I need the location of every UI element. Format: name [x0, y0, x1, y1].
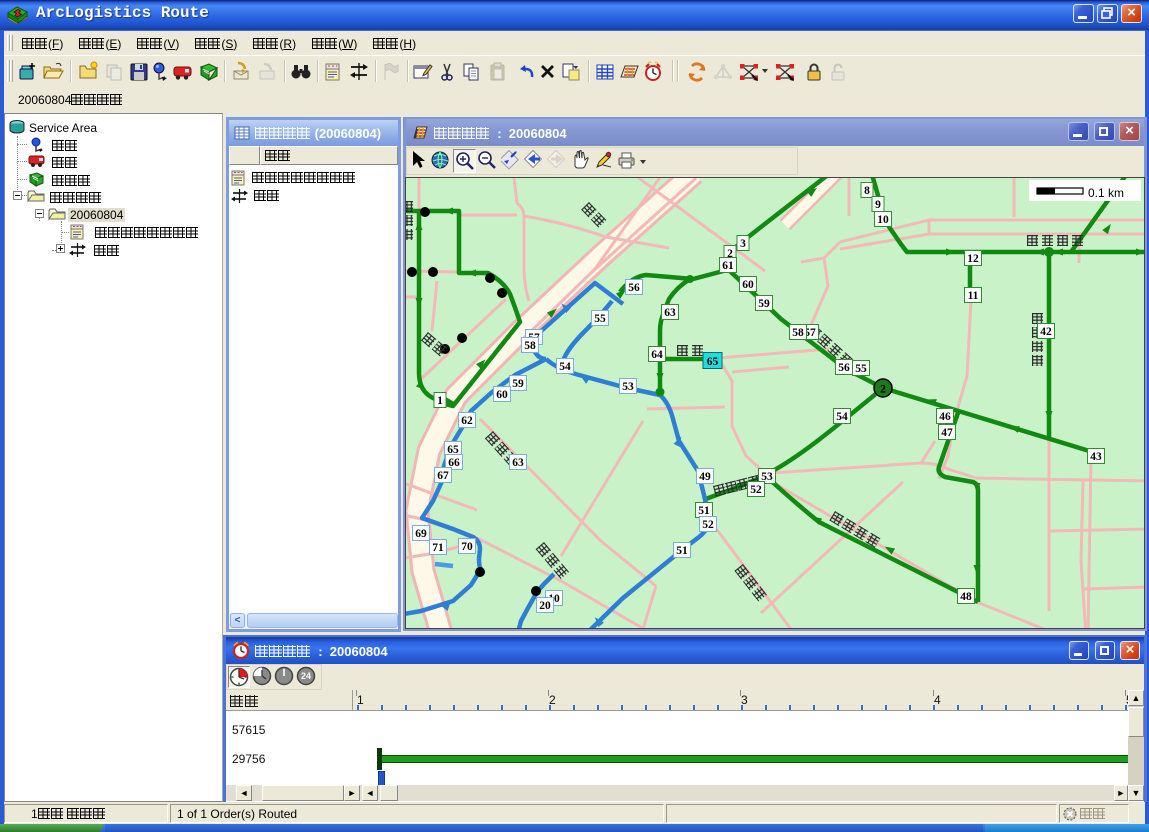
svg-text:63: 63 [512, 457, 524, 469]
svg-text:54: 54 [836, 411, 848, 423]
svg-text:70: 70 [461, 541, 473, 553]
svg-text:67: 67 [437, 470, 449, 482]
svg-text:51: 51 [698, 505, 710, 517]
svg-text:9: 9 [875, 199, 881, 211]
svg-text:51: 51 [676, 545, 688, 557]
svg-text:58: 58 [524, 340, 536, 352]
svg-text:46: 46 [939, 411, 951, 423]
svg-text:42: 42 [1040, 326, 1052, 338]
svg-text:65: 65 [707, 356, 719, 368]
svg-text:61: 61 [722, 260, 734, 272]
svg-text:59: 59 [512, 378, 524, 390]
svg-text:49: 49 [699, 471, 711, 483]
svg-text:60: 60 [496, 389, 508, 401]
svg-text:55: 55 [855, 363, 867, 375]
svg-text:43: 43 [1090, 451, 1102, 463]
svg-text:10: 10 [877, 214, 889, 226]
svg-text:8: 8 [864, 185, 870, 197]
svg-text:63: 63 [664, 307, 676, 319]
svg-text:3: 3 [740, 238, 746, 250]
svg-text:59: 59 [758, 298, 770, 310]
svg-text:60: 60 [742, 279, 754, 291]
svg-text:2: 2 [880, 382, 886, 396]
svg-text:56: 56 [838, 362, 850, 374]
svg-text:64: 64 [651, 349, 663, 361]
svg-text:12: 12 [967, 253, 979, 265]
svg-text:47: 47 [941, 427, 953, 439]
svg-text:1: 1 [437, 395, 443, 407]
svg-text:54: 54 [559, 361, 571, 373]
svg-text:11: 11 [968, 290, 979, 302]
svg-text:56: 56 [628, 282, 640, 294]
svg-text:69: 69 [415, 528, 427, 540]
svg-text:52: 52 [702, 519, 714, 531]
svg-text:62: 62 [461, 415, 473, 427]
svg-text:53: 53 [622, 381, 634, 393]
svg-text:48: 48 [960, 591, 972, 603]
svg-text:52: 52 [750, 484, 762, 496]
svg-text:20: 20 [539, 600, 551, 612]
svg-text:58: 58 [792, 327, 804, 339]
svg-text:24: 24 [301, 671, 311, 681]
svg-text:55: 55 [594, 313, 606, 325]
svg-text:0.1 km: 0.1 km [1088, 186, 1124, 200]
svg-text:71: 71 [432, 542, 444, 554]
